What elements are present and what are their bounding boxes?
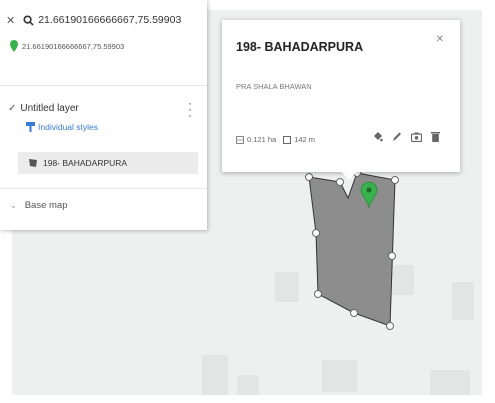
divider <box>0 188 207 189</box>
edit-icon[interactable] <box>392 131 402 142</box>
search-result-label: 21.66190166666667,75.59903 <box>22 41 125 51</box>
more-icon[interactable]: · · · <box>188 97 192 121</box>
edit-style-icon[interactable] <box>372 131 383 142</box>
card-pointer <box>340 170 358 180</box>
layer-feature-label: 198- BAHADARPURA <box>43 158 128 168</box>
layer-feature-item[interactable]: 198- BAHADARPURA <box>18 152 198 174</box>
selected-polygon[interactable] <box>308 172 396 327</box>
divider <box>0 85 207 86</box>
basemap-label: Base map <box>24 200 68 211</box>
layer-name[interactable]: Untitled layer <box>20 103 78 114</box>
search-result[interactable]: 21.66190166666667,75.59903 <box>10 40 124 52</box>
individual-styles-label: Individual styles <box>38 122 99 132</box>
perimeter-value: 142 m <box>294 135 316 144</box>
search-query: 21.66190166666667,75.59903 <box>38 14 182 26</box>
card-measurements: 0.121 ha 142 m <box>236 135 315 144</box>
perimeter-icon <box>283 135 292 144</box>
search-icon <box>23 14 34 26</box>
card-description: PRA SHALA BHAWAN <box>236 82 312 91</box>
basemap-toggle[interactable]: ⌄ Base map <box>10 200 67 211</box>
card-actions <box>372 131 440 142</box>
camera-icon[interactable] <box>411 132 422 142</box>
pin-icon <box>10 40 18 52</box>
card-title: 198- BAHADARPURA <box>236 40 364 54</box>
layers-panel: ✕ 21.66190166666667,75.59903 21.66190166… <box>0 0 207 230</box>
feature-info-card: 198- BAHADARPURA ✕ PRA SHALA BHAWAN 0.12… <box>222 20 460 172</box>
checkmark-icon[interactable]: ✓ <box>8 103 16 114</box>
individual-styles-link[interactable]: Individual styles <box>26 122 98 132</box>
polygon-feature-icon <box>29 159 37 167</box>
chevron-icon[interactable]: ⌄ <box>10 201 17 210</box>
paint-icon <box>26 122 35 132</box>
search-row: ✕ 21.66190166666667,75.59903 <box>6 12 181 28</box>
layer-header[interactable]: ✓ Untitled layer · · · <box>8 97 198 121</box>
delete-icon[interactable] <box>431 131 440 142</box>
close-icon[interactable]: ✕ <box>6 14 15 27</box>
search-box[interactable]: 21.66190166666667,75.59903 <box>23 14 181 26</box>
ruler-icon <box>236 135 244 144</box>
close-icon[interactable]: ✕ <box>436 34 444 45</box>
area-value: 0.121 ha <box>247 135 277 144</box>
